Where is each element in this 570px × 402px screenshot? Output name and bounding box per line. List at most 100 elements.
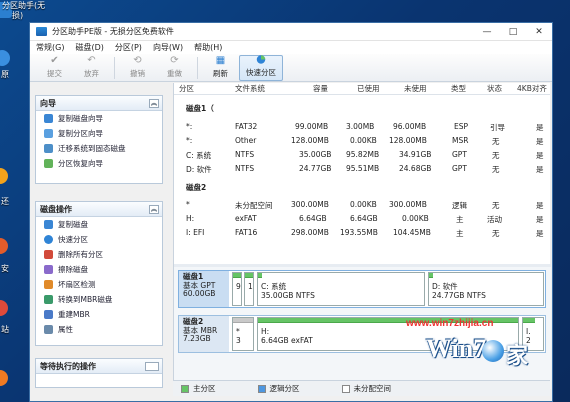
menu-wizard[interactable]: 向导(W) [153,42,183,53]
disk-op-item[interactable]: 重建MBR [36,307,162,322]
collapse-icon[interactable]: ︽ [149,205,159,214]
close-button[interactable]: ✕ [526,23,552,41]
menu-disk[interactable]: 磁盘(D) [75,42,103,53]
disk-ops-panel: 磁盘操作 ︽ 复制磁盘 快速分区 删除所有分区 擦除磁盘 坏扇区检测 转换到MB… [35,201,163,346]
col-4k[interactable]: 4KB对齐 [517,83,547,94]
col-unused[interactable]: 未使用 [404,83,427,94]
col-capacity[interactable]: 容量 [313,83,328,94]
disk-op-item[interactable]: 快速分区 [36,232,162,247]
pending-panel-header[interactable]: 等待执行的操作 [36,359,162,374]
table-row[interactable]: D: 软件 NTFS 24.77GB 95.51MB 24.68GB GPT 无是 [174,161,551,175]
disk1-group[interactable]: 磁盘1（ [186,103,214,114]
refresh-button[interactable]: ▦ 刷新 [202,55,239,81]
col-type[interactable]: 类型 [451,83,466,94]
window-title: 分区助手PE版 - 无损分区免费软件 [52,27,174,36]
redo-button[interactable]: ⟳ 重做 [156,55,193,81]
desktop-app-icon[interactable] [0,168,8,184]
minimize-button[interactable]: — [474,23,500,41]
collapse-icon[interactable] [145,362,159,371]
desktop-app-icon[interactable] [0,370,8,386]
desktop-label: 原 [1,70,9,79]
table-row[interactable]: I: EFI FAT16 298.00MB 193.55MB 104.45MB 主无是 [174,225,551,239]
col-partition[interactable]: 分区 [179,83,194,94]
watermark-suffix: 家 [506,344,529,369]
wizard-item[interactable]: 分区恢复向导 [36,156,162,171]
copy-disk-icon [44,114,53,123]
menu-bar: 常规(G) 磁盘(D) 分区(P) 向导(W) 帮助(H) [30,41,552,54]
desktop-label: 损) [12,11,24,20]
legend-logical: 逻辑分区 [257,383,300,394]
table-row[interactable]: * 未分配空间 300.00MB 0.00KB 300.00MB 逻辑无是 [174,197,551,211]
title-bar[interactable]: 分区助手PE版 - 无损分区免费软件 — □ ✕ [30,23,552,41]
disk1-map[interactable]: 磁盘1 基本 GPT 60.00GB 9 1 C: 系统 35.00GB NTFS… [178,270,546,308]
disk-op-label: 快速分区 [58,235,88,244]
quick-partition-button[interactable]: 快速分区 [239,55,283,81]
desktop-app-icon[interactable] [0,300,8,316]
desktop-label: 还 [1,197,9,206]
col-status[interactable]: 状态 [487,83,502,94]
table-row[interactable]: H: exFAT 6.64GB 6.64GB 0.00KB 主活动是 [174,211,551,225]
watermark-logo-icon [482,340,504,362]
disk-size: 7.23GB [183,334,211,343]
legend-label: 逻辑分区 [269,384,300,393]
disk1-label[interactable]: 磁盘1 基本 GPT 60.00GB [179,271,229,307]
disk-op-item[interactable]: 擦除磁盘 [36,262,162,277]
discard-label: 放弃 [84,69,99,78]
col-filesystem[interactable]: 文件系统 [235,83,265,94]
quick-partition-icon [255,54,267,65]
wizard-item[interactable]: 迁移系统到固态磁盘 [36,141,162,156]
disk-ops-panel-header[interactable]: 磁盘操作 ︽ [36,202,162,217]
desktop-app-icon[interactable] [0,238,8,254]
legend-primary: 主分区 [181,383,216,394]
disk-op-item[interactable]: 复制磁盘 [36,217,162,232]
partition-block-msr[interactable]: 1 [244,272,254,306]
undo-button[interactable]: ⟲ 撤销 [119,55,156,81]
partition-info: 35.00GB NTFS [261,291,315,300]
quick-partition-icon [44,235,53,244]
table-row[interactable]: *: Other 128.00MB 0.00KB 128.00MB MSR 无是 [174,133,551,147]
partition-bar [233,273,241,278]
partition-label: C: 系统 35.00GB NTFS [261,282,315,300]
disk2-group[interactable]: 磁盘2 [186,182,206,193]
disk-ops-panel-title: 磁盘操作 [40,204,72,214]
wizard-item[interactable]: 复制磁盘向导 [36,111,162,126]
disk-op-label: 转换到MBR磁盘 [58,295,113,304]
discard-button[interactable]: ↶ 放弃 [73,55,110,81]
collapse-icon[interactable]: ︽ [149,99,159,108]
wizard-panel-header[interactable]: 向导 ︽ [36,96,162,111]
partition-label: H: 6.64GB exFAT [261,327,313,345]
properties-icon [44,325,53,334]
partition-block-d[interactable]: D: 软件 24.77GB NTFS [428,272,544,306]
wizard-item[interactable]: 复制分区向导 [36,126,162,141]
disk-op-item[interactable]: 坏扇区检测 [36,277,162,292]
unallocated-swatch [341,384,350,393]
desktop-app-icon[interactable] [0,50,10,66]
convert-mbr-icon [44,295,53,304]
menu-help[interactable]: 帮助(H) [194,42,222,53]
watermark-url: www.win7zhijia.cn [406,318,494,329]
toolbar-divider [114,57,115,79]
commit-button[interactable]: ✔ 提交 [36,55,73,81]
disk2-label[interactable]: 磁盘2 基本 MBR 7.23GB [179,316,229,352]
menu-partition[interactable]: 分区(P) [115,42,142,53]
migrate-ssd-icon [44,144,53,153]
maximize-button[interactable]: □ [500,23,526,41]
disk-op-item[interactable]: 删除所有分区 [36,247,162,262]
wizard-item-label: 复制分区向导 [58,129,103,138]
wizard-panel: 向导 ︽ 复制磁盘向导 复制分区向导 迁移系统到固态磁盘 分区恢复向导 [35,95,163,184]
disk-op-label: 属性 [58,325,73,334]
disk-size: 60.00GB [183,289,216,298]
partition-name: * [236,327,240,336]
desktop-label: 站 [1,325,9,334]
partition-block-c[interactable]: C: 系统 35.00GB NTFS [257,272,425,306]
disk-op-item[interactable]: 转换到MBR磁盘 [36,292,162,307]
partition-block-esp[interactable]: 9 [232,272,242,306]
partition-block-unallocated[interactable]: * 3 [232,317,254,351]
menu-general[interactable]: 常规(G) [36,42,64,53]
table-row[interactable]: C: 系统 NTFS 35.00GB 95.82MB 34.91GB GPT 无是 [174,147,551,161]
table-row[interactable]: *: FAT32 99.00MB 3.00MB 96.00MB ESP 引导是 [174,119,551,133]
partition-info: 3 [236,336,241,345]
col-used[interactable]: 已使用 [357,83,380,94]
legend-label: 未分配空间 [353,384,392,393]
disk-op-item[interactable]: 属性 [36,322,162,337]
